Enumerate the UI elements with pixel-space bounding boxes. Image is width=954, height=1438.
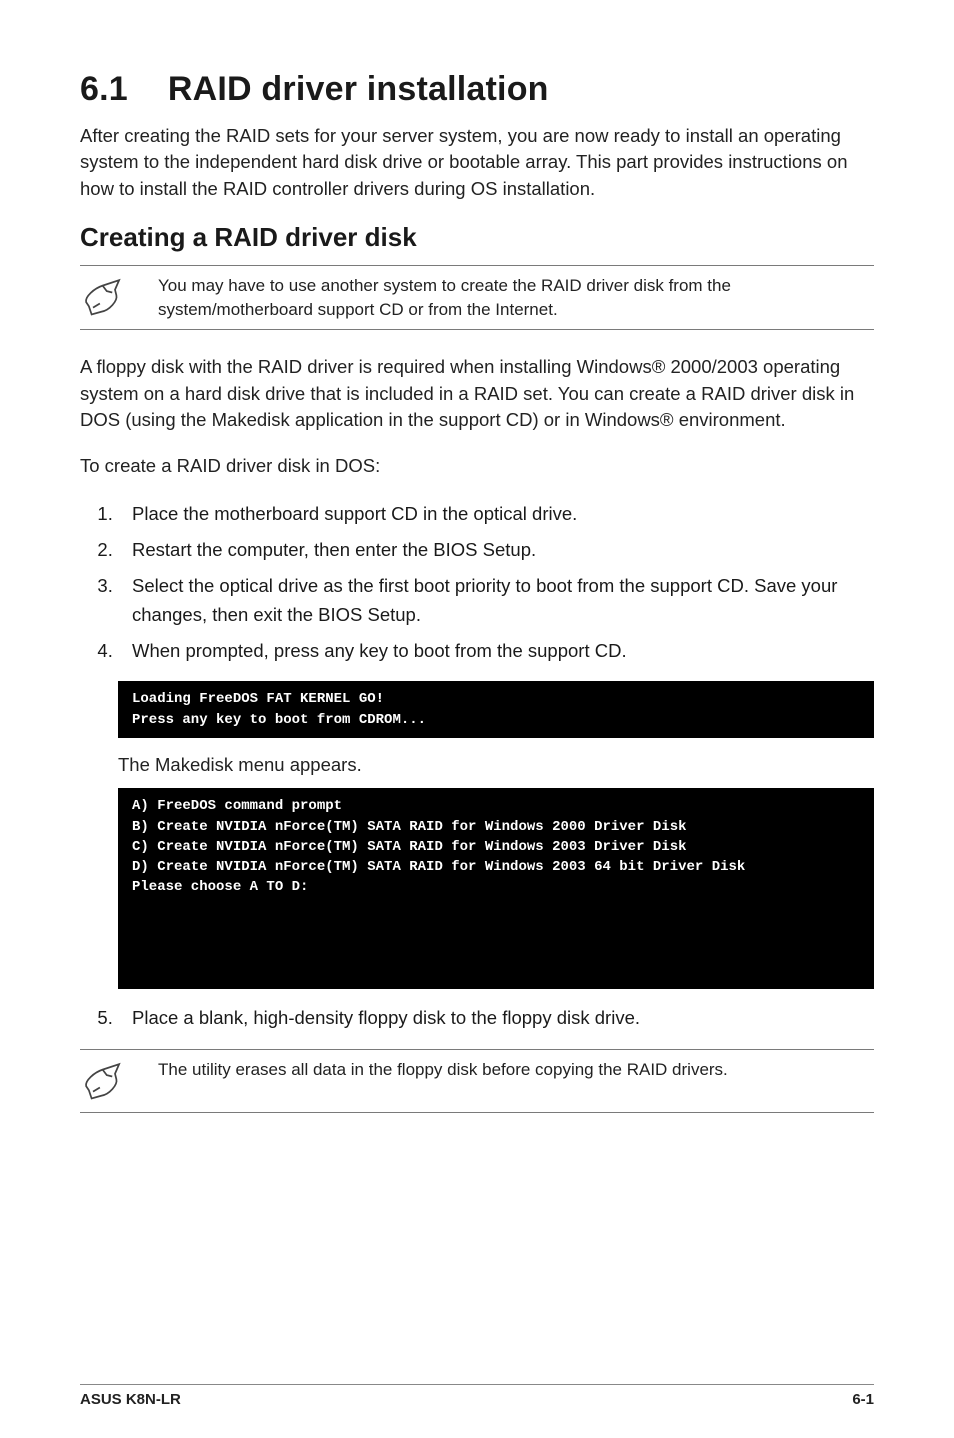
step-item: Select the optical drive as the first bo… <box>118 571 874 630</box>
sub-paragraph-1: The Makedisk menu appears. <box>118 752 874 778</box>
terminal-output-1: Loading FreeDOS FAT KERNEL GO! Press any… <box>118 681 874 738</box>
step-item: When prompted, press any key to boot fro… <box>118 636 874 666</box>
step-item: Place the motherboard support CD in the … <box>118 499 874 529</box>
section-title: RAID driver installation <box>168 70 549 108</box>
section-heading: 6.1 RAID driver installation <box>80 70 874 109</box>
terminal-output-2: A) FreeDOS command prompt B) Create NVID… <box>118 788 874 989</box>
pencil-note-icon <box>82 276 126 320</box>
note-block: The utility erases all data in the flopp… <box>80 1049 874 1113</box>
subsection-heading: Creating a RAID driver disk <box>80 222 874 253</box>
body-paragraph-1: A floppy disk with the RAID driver is re… <box>80 354 874 433</box>
note-text: The utility erases all data in the flopp… <box>158 1058 728 1082</box>
pencil-note-icon <box>82 1060 126 1104</box>
footer-left: ASUS K8N-LR <box>80 1391 181 1408</box>
step-item: Place a blank, high-density floppy disk … <box>118 1003 874 1033</box>
intro-paragraph: After creating the RAID sets for your se… <box>80 123 874 202</box>
step-item: Restart the computer, then enter the BIO… <box>118 535 874 565</box>
steps-list-1: Place the motherboard support CD in the … <box>80 499 874 665</box>
page-footer: ASUS K8N-LR 6-1 <box>80 1384 874 1408</box>
note-text: You may have to use another system to cr… <box>158 274 874 322</box>
steps-list-2: Place a blank, high-density floppy disk … <box>80 1003 874 1033</box>
body-paragraph-2: To create a RAID driver disk in DOS: <box>80 453 874 479</box>
note-icon <box>80 274 128 320</box>
note-icon <box>80 1058 128 1104</box>
document-page: 6.1 RAID driver installation After creati… <box>0 0 954 1438</box>
footer-right: 6-1 <box>852 1391 874 1408</box>
note-block: You may have to use another system to cr… <box>80 265 874 331</box>
section-number: 6.1 <box>80 70 128 109</box>
